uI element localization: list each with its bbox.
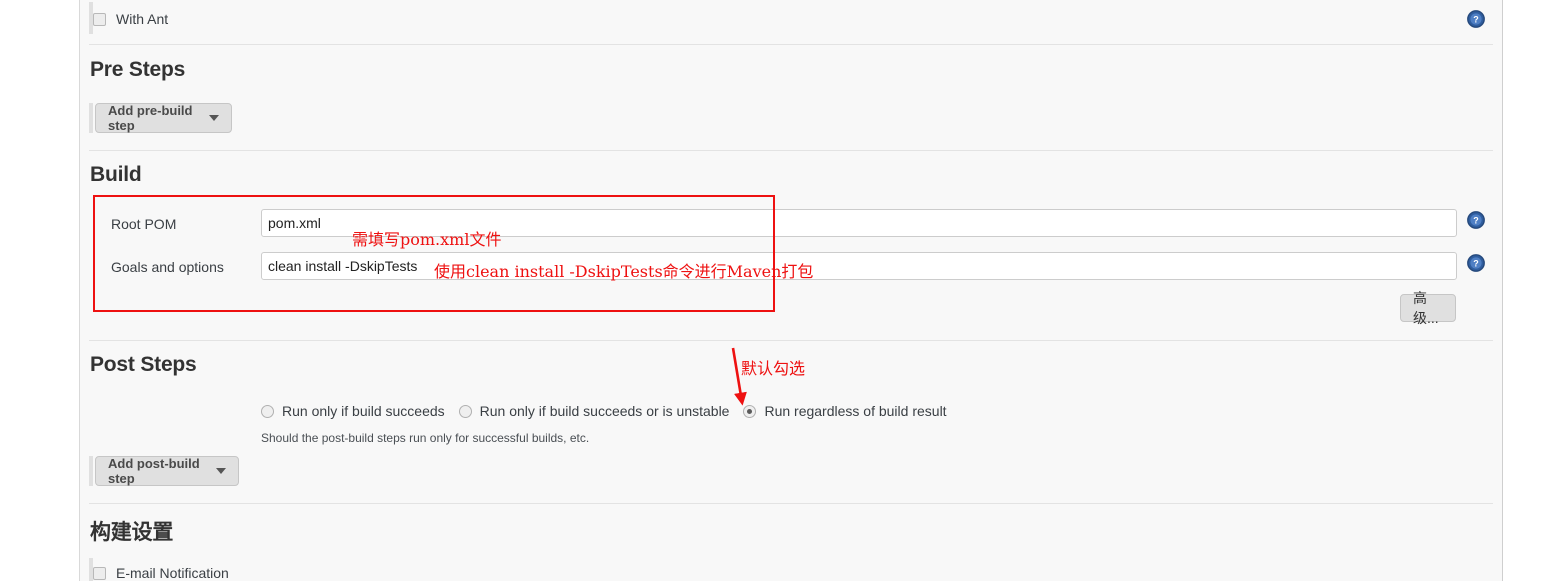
goals-and-options-label: Goals and options — [111, 259, 224, 275]
section-divider — [89, 44, 1493, 45]
radio-label: Run only if build succeeds — [282, 403, 445, 419]
email-notification-label: E-mail Notification — [116, 565, 229, 581]
add-post-build-step-label: Add post-build step — [108, 456, 200, 486]
radio-button[interactable] — [458, 404, 472, 418]
advanced-button[interactable]: 高级... — [1400, 290, 1456, 326]
post-steps-radio-group: Run only if build succeeds Run only if b… — [261, 403, 961, 419]
radio-button[interactable] — [261, 404, 274, 418]
root-pom-label: Root POM — [111, 216, 177, 232]
advanced-button-label: 高级... — [1413, 290, 1439, 326]
radio-label: Run only if build succeeds or is unstabl… — [479, 403, 730, 419]
radio-label: Run regardless of build result — [764, 403, 947, 419]
config-panel: With Ant ? Pre Steps Add pre-build step … — [79, 0, 1503, 581]
chevron-down-icon — [216, 468, 226, 474]
chevron-down-icon — [209, 115, 219, 121]
pre-steps-title: Pre Steps — [90, 58, 186, 81]
email-notification-row[interactable]: E-mail Notification — [93, 565, 229, 581]
svg-text:?: ? — [1473, 15, 1479, 25]
add-post-build-step-button[interactable]: Add post-build step — [95, 456, 239, 486]
svg-text:?: ? — [1473, 259, 1479, 269]
with-ant-checkbox[interactable] — [93, 12, 106, 26]
build-title: Build — [90, 163, 142, 186]
with-ant-label: With Ant — [116, 11, 169, 27]
radio-run-only-if-build-succeeds-or-unstable[interactable]: Run only if build succeeds or is unstabl… — [458, 403, 730, 419]
help-icon[interactable]: ? — [1467, 211, 1485, 229]
section-divider — [89, 503, 1493, 504]
with-ant-row[interactable]: With Ant — [93, 11, 168, 27]
post-steps-title: Post Steps — [90, 353, 197, 376]
goals-and-options-input[interactable]: clean install -DskipTests — [261, 252, 1457, 280]
build-settings-title: 构建设置 — [90, 521, 174, 544]
email-notification-checkbox[interactable] — [93, 566, 106, 580]
radio-run-regardless-of-build-result[interactable]: Run regardless of build result — [743, 403, 947, 419]
help-icon[interactable]: ? — [1467, 10, 1485, 28]
radio-button[interactable] — [743, 404, 757, 418]
jenkins-job-config-page: With Ant ? Pre Steps Add pre-build step … — [0, 0, 1563, 581]
indent-marker — [89, 103, 93, 133]
section-divider — [89, 150, 1493, 151]
help-icon[interactable]: ? — [1467, 254, 1485, 272]
radio-run-only-if-build-succeeds[interactable]: Run only if build succeeds — [261, 403, 445, 419]
post-steps-hint: Should the post-build steps run only for… — [261, 431, 590, 445]
add-pre-build-step-label: Add pre-build step — [108, 103, 193, 133]
section-divider — [89, 340, 1493, 341]
indent-marker — [89, 456, 93, 486]
svg-text:?: ? — [1473, 216, 1479, 226]
add-pre-build-step-button[interactable]: Add pre-build step — [95, 103, 232, 133]
root-pom-input[interactable]: pom.xml — [261, 209, 1457, 237]
